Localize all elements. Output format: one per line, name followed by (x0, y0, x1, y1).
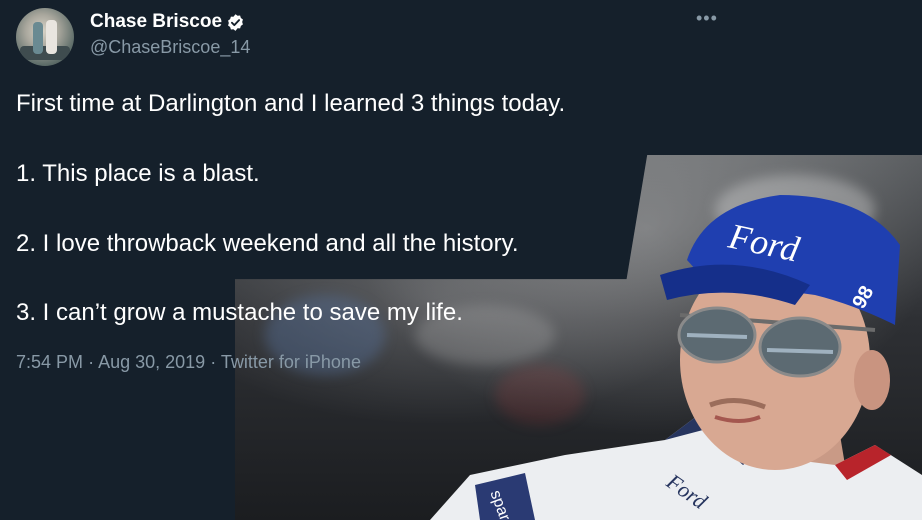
avatar-figure (33, 22, 43, 54)
driver-illustration: sparco Ford Ford 98 (430, 195, 922, 520)
avatar[interactable] (16, 8, 74, 66)
display-name[interactable]: Chase Briscoe (90, 11, 222, 33)
tweet-source[interactable]: Twitter for iPhone (221, 352, 361, 372)
tweet-text-line: First time at Darlington and I learned 3… (16, 90, 566, 117)
sunglasses-lens-right (758, 316, 842, 378)
tweet-text-line: 3. I can’t grow a mustache to save my li… (16, 299, 463, 326)
tweet-text-line: 1. This place is a blast. (16, 160, 260, 187)
meta-separator: · (210, 352, 217, 372)
tweet-metadata: 7:54 PM · Aug 30, 2019 · Twitter for iPh… (16, 352, 361, 373)
author-name-row[interactable]: Chase Briscoe (90, 11, 245, 33)
meta-separator: · (88, 352, 95, 372)
driver-ear (854, 350, 890, 410)
tweet-date[interactable]: Aug 30, 2019 (98, 352, 205, 372)
verified-badge-icon (228, 13, 243, 31)
handle[interactable]: @ChaseBriscoe_14 (90, 37, 250, 58)
more-options-icon[interactable]: ••• (696, 8, 718, 29)
tweet-text-line: 2. I love throwback weekend and all the … (16, 230, 519, 257)
avatar-car (20, 46, 70, 60)
tweet-time[interactable]: 7:54 PM (16, 352, 83, 372)
avatar-figure (46, 20, 57, 54)
tweet-photo[interactable]: sparco Ford Ford 98 (235, 155, 922, 520)
